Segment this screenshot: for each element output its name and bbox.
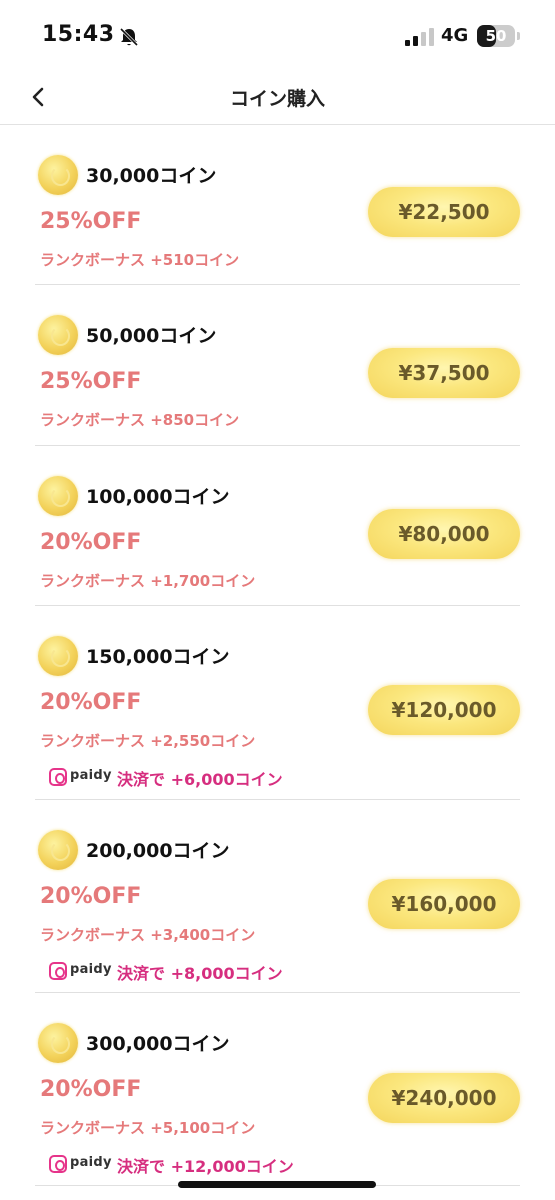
coin-amount: 50,000コイン	[86, 325, 217, 347]
rank-bonus-label: ランクボーナス +1,700コイン	[40, 572, 256, 590]
discount-label: 20%OFF	[40, 530, 142, 555]
network-type: 4G	[441, 25, 469, 46]
navigation-bar: コイン購入	[0, 70, 555, 125]
coin-icon	[38, 476, 78, 516]
battery-tip	[517, 32, 520, 40]
coin-amount: 200,000コイン	[86, 840, 230, 862]
status-bar: 15:43 4G 50	[0, 0, 555, 70]
coin-amount: 300,000コイン	[86, 1033, 230, 1055]
paidy-label: paidy	[70, 1155, 112, 1170]
coin-icon	[38, 155, 78, 195]
coin-icon	[38, 830, 78, 870]
coin-amount: 100,000コイン	[86, 486, 230, 508]
battery-icon: 50	[477, 25, 515, 47]
status-time: 15:43	[42, 22, 115, 47]
coin-package-item: 100,000コイン 20%OFF ランクボーナス +1,700コイン ¥80,…	[35, 446, 520, 606]
coin-icon	[38, 636, 78, 676]
rank-bonus-label: ランクボーナス +510コイン	[40, 251, 240, 269]
coin-package-item: 300,000コイン 20%OFF ランクボーナス +5,100コイン paid…	[35, 993, 520, 1186]
paidy-promo-text: 決済で +6,000コイン	[117, 770, 283, 789]
paidy-promo-text: 決済で +12,000コイン	[117, 1157, 294, 1176]
coin-package-item: 30,000コイン 25%OFF ランクボーナス +510コイン ¥22,500	[35, 125, 520, 285]
price-button[interactable]: ¥80,000	[368, 509, 520, 559]
discount-label: 20%OFF	[40, 690, 142, 715]
rank-bonus-label: ランクボーナス +3,400コイン	[40, 926, 256, 944]
rank-bonus-label: ランクボーナス +5,100コイン	[40, 1119, 256, 1137]
rank-bonus-label: ランクボーナス +2,550コイン	[40, 732, 256, 750]
page-title: コイン購入	[229, 88, 325, 110]
coin-icon	[38, 315, 78, 355]
bell-muted-icon	[119, 27, 139, 47]
paidy-logo-icon	[49, 962, 67, 980]
paidy-logo-icon	[49, 768, 67, 786]
coin-amount: 150,000コイン	[86, 646, 230, 668]
coin-package-item: 50,000コイン 25%OFF ランクボーナス +850コイン ¥37,500	[35, 285, 520, 446]
paidy-label: paidy	[70, 962, 112, 977]
discount-label: 25%OFF	[40, 209, 142, 234]
paidy-promo-text: 決済で +8,000コイン	[117, 964, 283, 983]
cellular-signal-icon	[405, 28, 434, 46]
coin-icon	[38, 1023, 78, 1063]
discount-label: 25%OFF	[40, 369, 142, 394]
price-button[interactable]: ¥22,500	[368, 187, 520, 237]
rank-bonus-label: ランクボーナス +850コイン	[40, 411, 240, 429]
discount-label: 20%OFF	[40, 884, 142, 909]
coin-package-item: 150,000コイン 20%OFF ランクボーナス +2,550コイン paid…	[35, 606, 520, 800]
discount-label: 20%OFF	[40, 1077, 142, 1102]
price-button[interactable]: ¥160,000	[368, 879, 520, 929]
price-button[interactable]: ¥120,000	[368, 685, 520, 735]
coin-amount: 30,000コイン	[86, 165, 217, 187]
price-button[interactable]: ¥37,500	[368, 348, 520, 398]
battery-percentage: 50	[485, 27, 507, 45]
coin-package-item: 200,000コイン 20%OFF ランクボーナス +3,400コイン paid…	[35, 800, 520, 993]
paidy-logo-icon	[49, 1155, 67, 1173]
coin-package-list: 30,000コイン 25%OFF ランクボーナス +510コイン ¥22,500…	[0, 125, 555, 1186]
paidy-label: paidy	[70, 768, 112, 783]
home-indicator	[178, 1181, 376, 1188]
price-button[interactable]: ¥240,000	[368, 1073, 520, 1123]
